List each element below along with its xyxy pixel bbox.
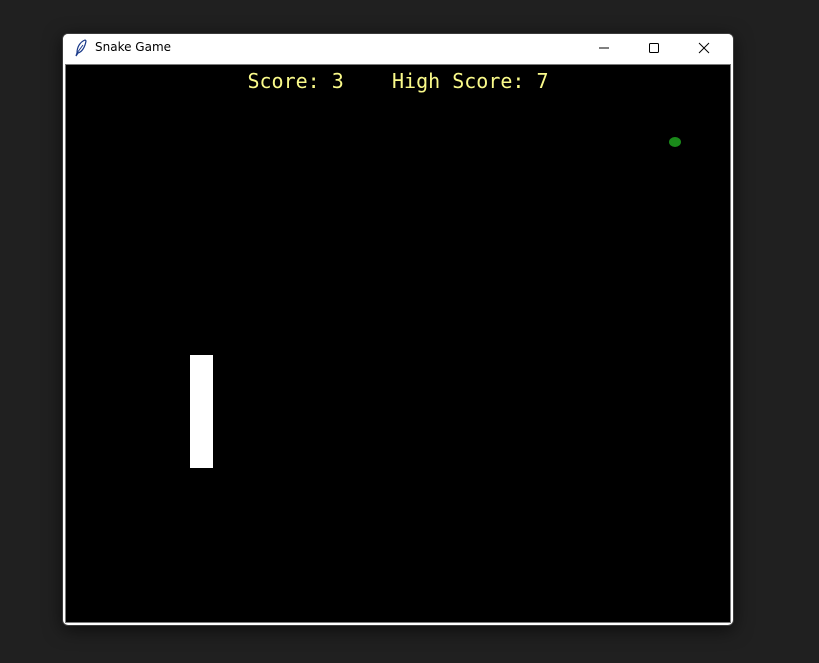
title-bar[interactable]: Snake Game [63, 34, 733, 62]
game-canvas[interactable]: Score: 3 High Score: 7 [65, 64, 731, 623]
scoreboard: Score: 3 High Score: 7 [66, 69, 730, 93]
high-score-value: 7 [536, 69, 549, 93]
food-pellet [669, 137, 681, 147]
feather-icon [73, 39, 89, 57]
maximize-button[interactable] [631, 34, 677, 62]
close-button[interactable] [681, 34, 727, 62]
game-window: Snake Game Score: 3 High Score: 7 [62, 33, 734, 626]
score-value: 3 [331, 69, 344, 93]
minimize-button[interactable] [581, 34, 627, 62]
snake-body [190, 355, 213, 468]
high-score-label: High Score: [391, 69, 525, 93]
close-icon [698, 39, 710, 58]
maximize-icon [648, 39, 660, 58]
window-title: Snake Game [95, 40, 172, 54]
minimize-icon [598, 39, 610, 58]
score-label: Score: [247, 69, 320, 93]
